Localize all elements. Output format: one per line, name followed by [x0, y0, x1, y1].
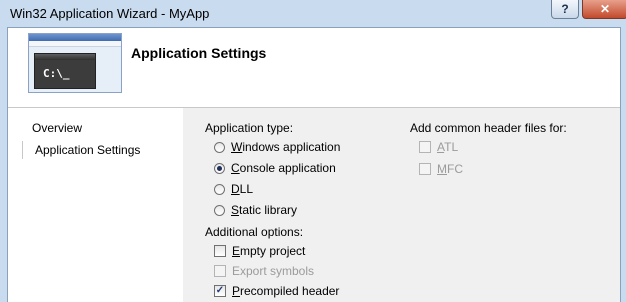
wizard-header: C:\_ Application Settings [8, 28, 620, 108]
window-title: Win32 Application Wizard - MyApp [10, 6, 210, 21]
label-rest: mpty project [240, 244, 306, 258]
accel-key: W [231, 140, 243, 154]
thumbnail-titlebar [29, 34, 121, 41]
radio-circle[interactable] [214, 141, 225, 153]
label-rest: FC [447, 162, 463, 176]
thumbnail-menubar [29, 41, 121, 47]
checkbox-box[interactable] [214, 265, 226, 277]
wizard-window: Win32 Application Wizard - MyApp ? ✕ C:\… [0, 0, 626, 302]
nav-item-label: Application Settings [35, 143, 141, 157]
radio-circle[interactable] [214, 204, 225, 216]
export-symbols-checkbox[interactable]: Export symbols [214, 263, 314, 279]
label-rest: recompiled header [240, 284, 340, 298]
label-rest: tatic library [239, 203, 298, 217]
mfc-checkbox[interactable]: MFC [419, 161, 463, 177]
checkbox-box[interactable] [419, 163, 431, 175]
empty-project-checkbox[interactable]: Empty project [214, 243, 305, 259]
static-library-label: Static library [231, 203, 297, 217]
title-bar[interactable]: Win32 Application Wizard - MyApp ? ✕ [0, 0, 626, 28]
dll-label: DLL [231, 182, 253, 196]
mfc-label: MFC [437, 162, 463, 176]
thumbnail-console-prompt: C:\_ [43, 67, 70, 80]
accel-key: P [232, 284, 241, 298]
radio-circle[interactable] [214, 183, 225, 195]
label-rest: indows application [242, 140, 341, 154]
wizard-navigation: Overview Application Settings [8, 108, 183, 302]
additional-options-label: Additional options: [205, 225, 304, 239]
accel-key: D [231, 182, 240, 196]
wizard-client-area: C:\_ Application Settings Overview Appli… [7, 27, 621, 302]
precompiled-header-checkbox[interactable]: ✓ Precompiled header [214, 283, 339, 299]
atl-checkbox[interactable]: ATL [419, 139, 458, 155]
page-title: Application Settings [131, 45, 267, 61]
static-library-radio[interactable]: Static library [214, 202, 297, 218]
radio-circle-selected[interactable] [214, 162, 225, 174]
accel-key: C [231, 161, 240, 175]
atl-label: ATL [437, 140, 458, 154]
console-application-label: Console application [231, 161, 336, 175]
console-application-radio[interactable]: Console application [214, 160, 336, 176]
label-rest: LL [239, 182, 254, 196]
thumbnail-console-titlebar [35, 54, 95, 60]
checkbox-box[interactable] [419, 141, 431, 153]
console-app-thumbnail-icon: C:\_ [28, 33, 122, 93]
common-headers-label: Add common header files for: [410, 121, 567, 135]
label-rest: onsole application [239, 161, 336, 175]
application-type-label: Application type: [205, 121, 294, 135]
close-button[interactable]: ✕ [582, 0, 626, 19]
checkmark-icon[interactable]: ✓ [214, 285, 226, 297]
accel-key: S [231, 203, 240, 217]
precompiled-header-label: Precompiled header [232, 284, 339, 298]
nav-item-application-settings[interactable]: Application Settings [22, 141, 163, 159]
help-button[interactable]: ? [551, 0, 579, 19]
label-rest: TL [444, 140, 459, 154]
settings-panel: Application type: Windows application Co… [192, 108, 620, 302]
export-symbols-label: Export symbols [232, 264, 315, 278]
nav-item-overview[interactable]: Overview [32, 121, 82, 135]
dll-radio[interactable]: DLL [214, 181, 253, 197]
thumbnail-console-window: C:\_ [34, 53, 96, 89]
windows-application-radio[interactable]: Windows application [214, 139, 340, 155]
checkbox-box[interactable] [214, 245, 226, 257]
windows-application-label: Windows application [231, 140, 340, 154]
accel-key: M [437, 162, 447, 176]
empty-project-label: Empty project [232, 244, 305, 258]
accel-key: E [232, 244, 241, 258]
